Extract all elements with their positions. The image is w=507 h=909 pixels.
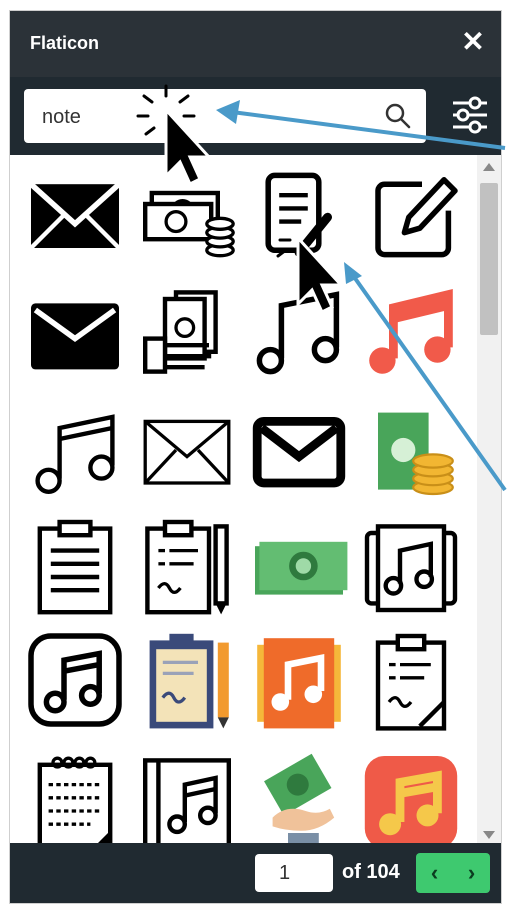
next-page-button[interactable]: ›	[453, 853, 490, 893]
music-book-icon[interactable]	[132, 745, 242, 845]
icon-results-grid	[10, 155, 480, 845]
clipboard-pen-icon[interactable]	[132, 511, 242, 621]
envelope-icon[interactable]	[20, 160, 130, 270]
scroll-down-icon[interactable]	[483, 831, 495, 839]
search-bar	[10, 77, 501, 155]
music-app-icon[interactable]	[20, 625, 130, 735]
panel-header: Flaticon ✕	[10, 11, 501, 77]
edit-square-icon[interactable]	[356, 160, 466, 270]
music-note-icon[interactable]	[244, 277, 354, 387]
filter-settings-icon[interactable]	[451, 95, 489, 135]
clipboard-signed-icon[interactable]	[356, 625, 466, 735]
flaticon-panel: Flaticon ✕ note 1 of 104 ‹ ›	[9, 10, 502, 904]
envelope-filled-icon[interactable]	[20, 277, 130, 387]
clipboard-icon[interactable]	[20, 511, 130, 621]
scrollbar[interactable]	[477, 155, 501, 845]
page-navigation: ‹ ›	[416, 853, 490, 893]
music-album-icon[interactable]	[356, 511, 466, 621]
search-icon[interactable]	[384, 102, 412, 130]
envelope-bold-icon[interactable]	[244, 395, 354, 505]
music-orange-icon[interactable]	[244, 625, 354, 735]
money-hand-color-icon[interactable]	[244, 745, 354, 845]
envelope-outline-icon[interactable]	[132, 395, 242, 505]
hand-money-icon[interactable]	[132, 277, 242, 387]
music-note-outline-icon[interactable]	[20, 395, 130, 505]
money-coins-icon[interactable]	[132, 160, 242, 270]
search-input[interactable]	[40, 101, 364, 133]
banknote-green-icon[interactable]	[244, 511, 354, 621]
scroll-up-icon[interactable]	[483, 163, 495, 171]
money-coins-green-icon[interactable]	[356, 395, 466, 505]
search-field[interactable]	[24, 89, 426, 143]
scroll-thumb[interactable]	[480, 183, 498, 335]
page-total-label: of 104	[342, 861, 400, 883]
previous-page-button[interactable]: ‹	[416, 853, 453, 893]
music-note-red-icon[interactable]	[356, 277, 466, 387]
document-pen-icon[interactable]	[244, 160, 354, 270]
panel-title: Flaticon	[30, 33, 100, 53]
music-app-red-icon[interactable]	[356, 745, 466, 845]
close-icon[interactable]: ✕	[459, 28, 487, 56]
page-number-input[interactable]	[255, 854, 333, 892]
clipboard-pencil-color-icon[interactable]	[132, 625, 242, 735]
notepad-spiral-icon[interactable]	[20, 745, 130, 845]
pagination-bar: of 104 ‹ ›	[10, 843, 501, 903]
